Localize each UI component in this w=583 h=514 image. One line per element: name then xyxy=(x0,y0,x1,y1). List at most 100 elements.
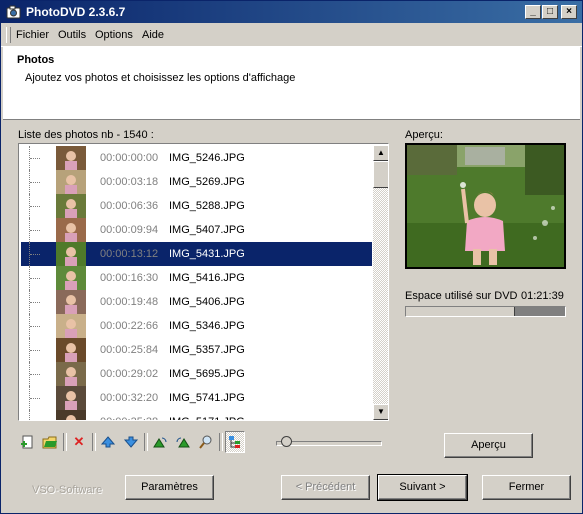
photo-list-item[interactable]: 00:00:32:20 IMG_5741.JPG xyxy=(21,386,372,410)
photo-thumbnail xyxy=(56,410,86,420)
photo-time: 00:00:22:66 xyxy=(100,320,159,332)
preview-image xyxy=(405,143,566,269)
photo-filename: IMG_5288.JPG xyxy=(169,200,245,212)
step-subtitle: Ajoutez vos photos et choisissez les opt… xyxy=(25,72,296,84)
photo-list[interactable]: 00:00:00:00 IMG_5246.JPG 00:00:03:18 IMG_52… xyxy=(18,143,389,421)
move-up-icon[interactable] xyxy=(98,431,118,453)
tree-connector xyxy=(29,170,42,194)
tree-connector xyxy=(29,146,42,170)
tree-connector xyxy=(29,218,42,242)
photo-thumbnail xyxy=(56,194,86,218)
scroll-up-button[interactable]: ▲ xyxy=(373,145,388,161)
move-down-icon[interactable] xyxy=(121,431,141,453)
photo-filename: IMG_5407.JPG xyxy=(169,224,245,236)
tree-connector xyxy=(29,410,42,420)
thumbnail-size-slider[interactable] xyxy=(276,436,382,447)
photo-time: 00:00:00:00 xyxy=(100,152,159,164)
photo-thumbnail xyxy=(56,338,86,362)
tree-connector xyxy=(29,194,42,218)
photo-filename: IMG_5357.JPG xyxy=(169,344,245,356)
previous-button[interactable]: < Précédent xyxy=(281,475,370,500)
dvd-space-progress-fill xyxy=(406,307,515,316)
photo-time: 00:00:19:48 xyxy=(100,296,159,308)
menu-aide[interactable]: Aide xyxy=(142,29,164,41)
scroll-thumb[interactable] xyxy=(373,161,388,188)
title-bar[interactable]: PhotoDVD 2.3.6.7 _ □ × xyxy=(1,1,582,23)
dvd-space-label: Espace utilisé sur DVD xyxy=(405,290,518,302)
photo-list-item[interactable]: 00:00:13:12 IMG_5431.JPG xyxy=(21,242,372,266)
photo-list-item[interactable]: 00:00:22:66 IMG_5346.JPG xyxy=(21,314,372,338)
window-title: PhotoDVD 2.3.6.7 xyxy=(26,5,126,19)
dvd-space-time: 01:21:39 xyxy=(521,290,564,302)
photo-list-item[interactable]: 00:00:16:30 IMG_5416.JPG xyxy=(21,266,372,290)
maximize-button[interactable]: □ xyxy=(542,5,558,19)
close-app-button[interactable]: Fermer xyxy=(482,475,571,500)
rotate-left-icon[interactable] xyxy=(150,431,170,453)
photo-list-item[interactable]: 00:00:29:02 IMG_5695.JPG xyxy=(21,362,372,386)
step-header: Photos Ajoutez vos photos et choisissez … xyxy=(3,47,580,120)
photo-thumbnail xyxy=(56,290,86,314)
photo-filename: IMG_5695.JPG xyxy=(169,368,245,380)
add-photo-icon[interactable] xyxy=(18,431,38,453)
menu-options[interactable]: Options xyxy=(95,29,133,41)
photo-thumbnail xyxy=(56,362,86,386)
tree-connector xyxy=(29,266,42,290)
menu-fichier[interactable]: Fichier xyxy=(16,29,49,41)
photo-filename: IMG_5171.JPG xyxy=(169,416,245,420)
photo-list-item[interactable]: 00:00:35:38 IMG_5171.JPG xyxy=(21,410,372,420)
parameters-button[interactable]: Paramètres xyxy=(125,475,214,500)
minimize-button[interactable]: _ xyxy=(525,5,541,19)
preview-button[interactable]: Aperçu xyxy=(444,433,533,458)
vso-software-brand: VSO-Software xyxy=(32,484,103,496)
add-folder-icon[interactable] xyxy=(40,431,60,453)
photo-list-item[interactable]: 00:00:09:94 IMG_5407.JPG xyxy=(21,218,372,242)
toolbar-separator xyxy=(92,433,96,451)
photo-thumbnail xyxy=(56,146,86,170)
photo-filename: IMG_5269.JPG xyxy=(169,176,245,188)
toolbar-separator xyxy=(144,433,148,451)
close-button[interactable]: × xyxy=(561,5,577,19)
tree-view-icon[interactable] xyxy=(225,431,245,453)
photo-list-item[interactable]: 00:00:06:36 IMG_5288.JPG xyxy=(21,194,372,218)
zoom-icon[interactable] xyxy=(196,431,216,453)
tree-connector xyxy=(29,362,42,386)
tree-connector xyxy=(29,338,42,362)
photo-time: 00:00:25:84 xyxy=(100,344,159,356)
tree-connector xyxy=(29,314,42,338)
menu-grip xyxy=(6,27,11,43)
step-title: Photos xyxy=(17,54,55,66)
photo-list-item[interactable]: 00:00:03:18 IMG_5269.JPG xyxy=(21,170,372,194)
photo-time: 00:00:29:02 xyxy=(100,368,159,380)
dvd-space-progress xyxy=(405,306,566,317)
photo-thumbnail xyxy=(56,242,86,266)
scroll-down-button[interactable]: ▼ xyxy=(373,404,388,420)
tree-connector xyxy=(29,386,42,410)
photo-filename: IMG_5346.JPG xyxy=(169,320,245,332)
photo-time: 00:00:06:36 xyxy=(100,200,159,212)
photo-thumbnail xyxy=(56,218,86,242)
photo-filename: IMG_5406.JPG xyxy=(169,296,245,308)
photo-thumbnail xyxy=(56,314,86,338)
main-window: PhotoDVD 2.3.6.7 _ □ × Fichier Outils Op… xyxy=(0,0,583,514)
photo-thumbnail xyxy=(56,386,86,410)
tree-connector xyxy=(29,290,42,314)
photo-list-item[interactable]: 00:00:25:84 IMG_5357.JPG xyxy=(21,338,372,362)
menu-outils[interactable]: Outils xyxy=(58,29,86,41)
photo-list-scrollbar[interactable]: ▲ ▼ xyxy=(373,145,388,420)
photo-list-item[interactable]: 00:00:19:48 IMG_5406.JPG xyxy=(21,290,372,314)
slider-knob[interactable] xyxy=(281,436,292,447)
photo-list-item[interactable]: 00:00:00:00 IMG_5246.JPG xyxy=(21,146,372,170)
photodvd-app-icon xyxy=(6,5,21,19)
photo-time: 00:00:35:38 xyxy=(100,416,158,420)
preview-label: Aperçu: xyxy=(405,129,443,141)
photo-time: 00:00:13:12 xyxy=(100,248,159,260)
photo-thumbnail xyxy=(56,266,86,290)
photo-filename: IMG_5741.JPG xyxy=(169,392,245,404)
toolbar-separator xyxy=(219,433,223,451)
rotate-right-icon[interactable] xyxy=(173,431,193,453)
next-button[interactable]: Suivant > xyxy=(377,474,468,501)
photo-list-label: Liste des photos nb - 1540 : xyxy=(18,129,154,141)
photo-filename: IMG_5431.JPG xyxy=(169,248,245,260)
delete-icon[interactable]: ✕ xyxy=(69,431,89,453)
list-toolbar: ✕ xyxy=(18,431,258,455)
